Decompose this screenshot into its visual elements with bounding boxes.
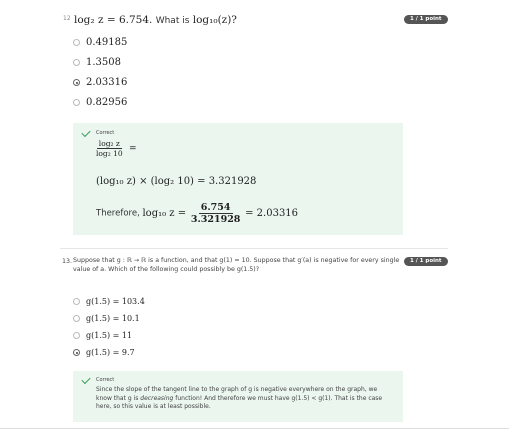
answer-option[interactable]: 2.03316	[86, 77, 127, 88]
radio-icon[interactable]	[73, 59, 80, 66]
radio-icon[interactable]	[73, 298, 80, 305]
question-text: log₂ z = 6.754. What is log₁₀(z)?	[74, 14, 237, 26]
radio-icon[interactable]	[73, 315, 80, 322]
question-number: 12	[63, 15, 71, 22]
answer-option[interactable]: 0.49185	[86, 37, 127, 48]
radio-icon[interactable]	[73, 99, 80, 106]
feedback-fraction: log₂ z log₂ 10 =	[96, 139, 137, 158]
feedback-conclusion: Therefore, log₁₀ z = 6.754 3.321928 = 2.…	[96, 202, 299, 225]
answer-option[interactable]: g(1.5) = 10.1	[86, 314, 140, 323]
bottom-border	[0, 428, 509, 429]
question-number: 13.	[62, 258, 73, 265]
feedback-equation: (log₁₀ z) × (log₂ 10) = 3.321928	[96, 176, 257, 187]
answer-option[interactable]: 0.82956	[86, 97, 127, 108]
score-badge: 1 / 1 point	[404, 15, 448, 24]
answer-option[interactable]: 1.3508	[86, 57, 121, 68]
radio-icon[interactable]	[73, 39, 80, 46]
feedback-status: Correct	[96, 130, 115, 136]
score-badge: 1 / 1 point	[404, 257, 448, 266]
divider	[60, 248, 448, 249]
radio-icon-selected[interactable]	[73, 349, 80, 356]
answer-option[interactable]: g(1.5) = 11	[86, 331, 132, 340]
answer-option[interactable]: g(1.5) = 9.7	[86, 348, 135, 357]
radio-icon[interactable]	[73, 332, 80, 339]
answer-option[interactable]: g(1.5) = 103.4	[86, 297, 145, 306]
question-text: Suppose that g : ℝ → ℝ is a function, an…	[73, 257, 400, 274]
feedback-text: Since the slope of the tangent line to t…	[96, 386, 383, 411]
feedback-status: Correct	[96, 377, 115, 383]
radio-icon-selected[interactable]	[73, 79, 80, 86]
